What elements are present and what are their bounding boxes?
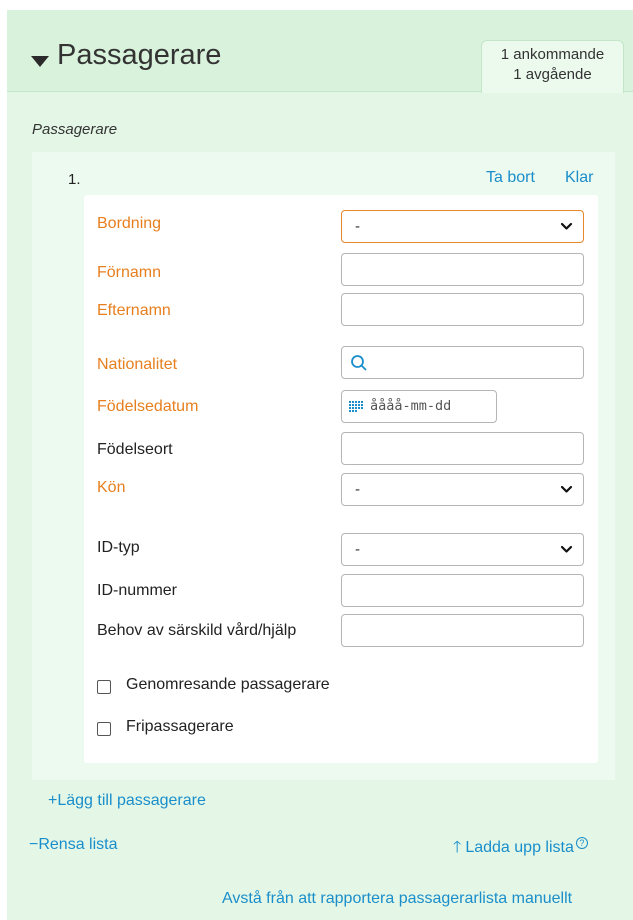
transit-checkbox-label[interactable]: Genomresande passagerare [126,676,330,694]
first-name-label: Förnamn [97,264,162,281]
id-type-label: ID-typ [97,539,140,556]
last-name-label: Efternamn [97,302,171,319]
chevron-down-icon [560,485,573,493]
gender-value: - [355,481,360,498]
panel-title: Passagerare [57,39,222,71]
gender-select[interactable]: - [341,473,584,506]
collapse-caret-icon[interactable] [31,56,49,67]
passengers-panel: Passagerare 1 ankommande 1 avgående Pass… [7,10,633,920]
add-passenger-link[interactable]: +Lägg till passagerare [48,792,206,810]
opt-out-link[interactable]: Avstå från att rapportera passagerarlist… [222,890,572,908]
id-type-select[interactable]: - [341,533,584,566]
boarding-value: - [355,218,360,235]
calendar-icon [349,401,363,412]
remove-passenger-link[interactable]: Ta bort [486,169,535,187]
id-number-label: ID-nummer [97,582,178,599]
free-passenger-checkbox[interactable] [97,722,111,736]
help-icon[interactable]: ? [575,836,588,849]
id-number-field[interactable] [341,574,584,607]
chevron-down-icon [560,545,573,553]
clear-list-link[interactable]: −Rensa lista [29,836,118,854]
birthdate-label: Födelsedatum [97,398,199,415]
free-passenger-checkbox-label[interactable]: Fripassagerare [126,718,234,736]
special-care-label: Behov av särskild vård/hjälp [97,622,297,639]
upload-list-link[interactable]: 🡑 Ladda upp lista? [453,836,588,863]
passenger-card: 1. Ta bort Klar Bordning - Förnamn Efter… [32,152,615,780]
id-type-value: - [355,541,360,558]
upload-arrow-icon: 🡑 [453,839,462,856]
transit-checkbox[interactable] [97,680,111,694]
boarding-label: Bordning [97,215,162,232]
upload-list-label: Ladda upp lista [465,839,574,856]
arriving-count: 1 ankommande [500,46,605,63]
birthdate-placeholder: åååå-mm-dd [370,398,452,414]
search-icon [351,355,367,371]
section-label: Passagerare [32,121,118,138]
special-care-field[interactable] [341,614,584,647]
last-name-field[interactable] [341,293,584,326]
departing-count: 1 avgående [513,66,592,83]
passenger-form: Bordning - Förnamn Efternamn Nationalite… [84,195,598,763]
nationality-search-field[interactable] [341,346,584,379]
gender-label: Kön [97,479,126,496]
first-name-field[interactable] [341,253,584,286]
done-link[interactable]: Klar [565,169,593,187]
boarding-select[interactable]: - [341,210,584,243]
panel-header[interactable]: Passagerare 1 ankommande 1 avgående [7,10,633,93]
birthdate-field[interactable]: åååå-mm-dd [341,390,497,423]
chevron-down-icon [560,222,573,230]
passenger-summary-badge: 1 ankommande 1 avgående [481,40,624,93]
passenger-number: 1. [68,171,81,188]
nationality-label: Nationalitet [97,356,178,373]
birthplace-label: Födelseort [97,441,173,458]
birthplace-field[interactable] [341,432,584,465]
